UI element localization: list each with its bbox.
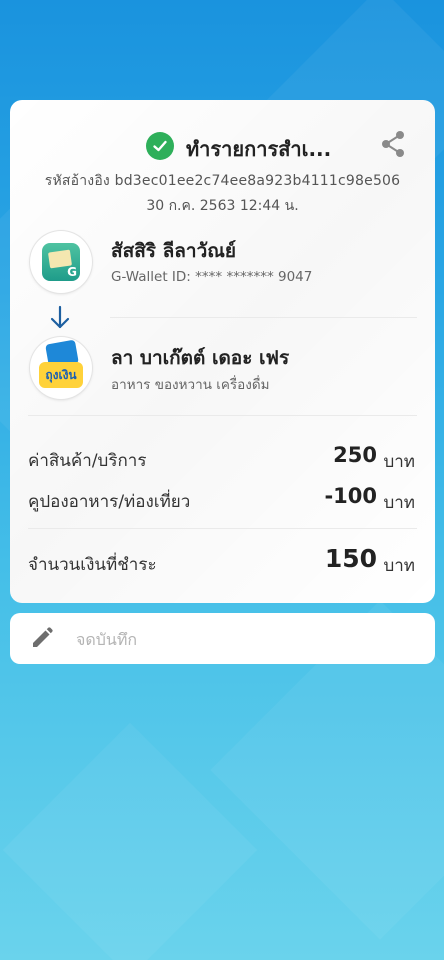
currency-label: บาท [383,493,415,513]
total-label: จำนวนเงินที่ชำระ [28,555,157,575]
price-row: ค่าสินค้า/บริการ 250 บาท [28,443,415,473]
note-box[interactable] [10,613,435,664]
tung-ngern-logo: ถุงเงิน [33,339,89,396]
receiver-avatar: ถุงเงิน [30,337,92,399]
transaction-title: ทำรายการสำเ... [186,137,332,161]
divider [110,317,417,318]
arrow-down-icon [50,305,70,329]
transaction-card: ทำรายการสำเ... รหัสอ้างอิง bd3ec01ee2c74… [10,100,435,603]
gwallet-logo: G [42,243,80,281]
receiver-name: ลา บาเก๊ตต์ เดอะ เฟร [111,347,290,369]
transaction-header: ทำรายการสำเ... [10,130,435,164]
price-label: ค่าสินค้า/บริการ [28,451,147,471]
transaction-datetime: 30 ก.ค. 2563 12:44 น. [146,198,299,214]
coupon-amount: -100 [324,484,377,508]
sender-name: สัสสิริ ลีลาวัณย์ [111,240,236,262]
divider [28,528,417,529]
receiver-category: อาหาร ของหวาน เครื่องดื่ม [111,377,270,393]
pencil-icon [33,627,53,647]
currency-label: บาท [383,452,415,472]
check-circle-icon [146,132,174,160]
coupon-row: คูปองอาหาร/ท่องเที่ยว -100 บาท [28,484,415,514]
total-row: จำนวนเงินที่ชำระ 150 บาท [28,544,415,577]
sender-avatar: G [30,231,92,293]
coupon-label: คูปองอาหาร/ท่องเที่ยว [28,492,191,512]
total-amount: 150 [324,544,377,573]
share-icon[interactable] [380,130,406,158]
reference-code: รหัสอ้างอิง bd3ec01ee2c74ee8a923b4111c98… [44,173,401,189]
currency-label: บาท [383,556,415,576]
price-amount: 250 [333,443,377,467]
sender-wallet-id: G-Wallet ID: **** ******* 9047 [111,269,313,285]
divider [28,415,417,416]
note-input[interactable] [76,625,416,653]
